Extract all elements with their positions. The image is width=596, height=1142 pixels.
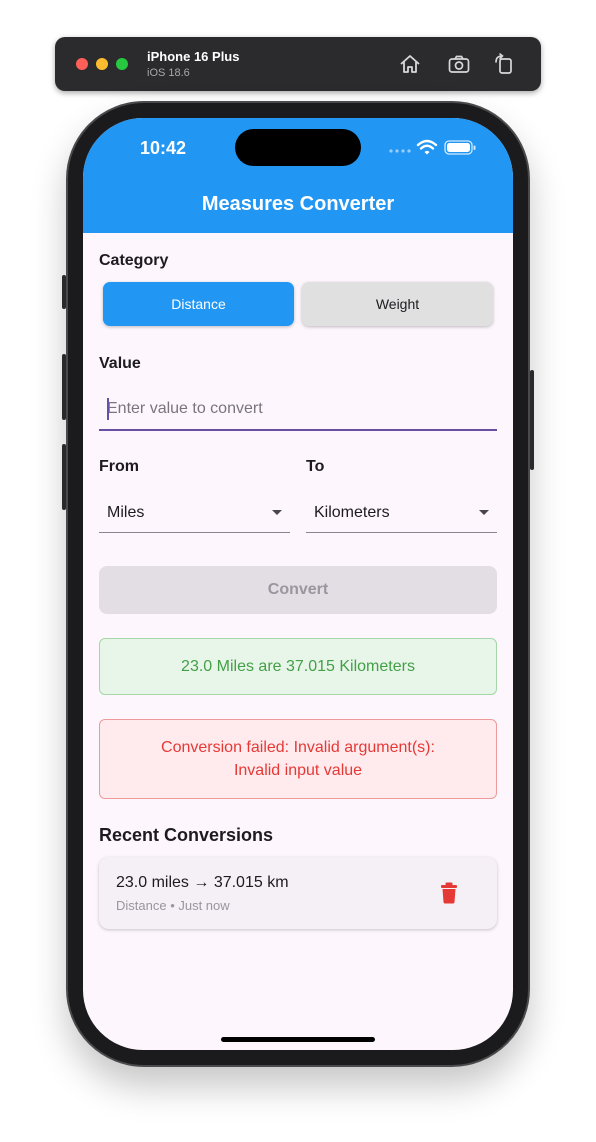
screenshot-icon[interactable]	[446, 51, 472, 77]
to-unit-value: Kilometers	[314, 503, 390, 521]
action-button	[62, 275, 66, 309]
from-unit-dropdown[interactable]: Miles	[99, 493, 290, 533]
wifi-icon	[416, 139, 438, 155]
to-label: To	[306, 458, 325, 475]
battery-icon	[444, 140, 476, 155]
category-weight-button[interactable]: Weight	[302, 282, 493, 326]
recent-conversions-title: Recent Conversions	[99, 825, 274, 845]
convert-button[interactable]: Convert	[99, 566, 497, 614]
simulator-toolbar: iPhone 16 Plus iOS 18.6	[55, 37, 541, 91]
error-text-line-1: Conversion failed: Invalid argument(s):	[161, 739, 435, 756]
history-item[interactable]: 23.0 miles → 37.015 km Distance • Just n…	[99, 857, 497, 929]
rotate-icon[interactable]	[491, 51, 517, 77]
history-item-meta: Distance • Just now	[116, 898, 230, 913]
result-text: 23.0 Miles are 37.015 Kilometers	[181, 657, 415, 675]
close-window-button[interactable]	[76, 58, 88, 70]
phone-screen: 10:42 Measures Converter Category Distan…	[83, 118, 513, 1050]
text-caret	[107, 398, 109, 420]
os-version: iOS 18.6	[147, 67, 190, 79]
category-distance-button[interactable]: Distance	[103, 282, 294, 326]
power-button	[530, 370, 534, 470]
value-label: Value	[99, 355, 141, 372]
dropdown-arrow-icon	[272, 510, 282, 515]
delete-icon[interactable]	[439, 882, 459, 904]
minimize-window-button[interactable]	[96, 58, 108, 70]
volume-up-button	[62, 354, 66, 420]
conversion-result: 23.0 Miles are 37.015 Kilometers	[99, 638, 497, 695]
value-input-field[interactable]	[99, 388, 497, 431]
home-icon[interactable]	[397, 51, 423, 77]
error-text-line-2: Invalid input value	[233, 762, 363, 779]
status-time: 10:42	[140, 138, 187, 158]
status-icons	[388, 138, 478, 158]
zoom-window-button[interactable]	[116, 58, 128, 70]
home-indicator[interactable]	[221, 1037, 375, 1042]
from-label: From	[99, 458, 139, 475]
value-input[interactable]	[99, 388, 497, 429]
category-label: Category	[99, 252, 169, 269]
to-unit-dropdown[interactable]: Kilometers	[306, 493, 497, 533]
error-message: Conversion failed: Invalid argument(s): …	[99, 719, 497, 799]
history-item-conversion: 23.0 miles → 37.015 km	[116, 874, 289, 891]
volume-down-button	[62, 444, 66, 510]
from-unit-value: Miles	[107, 503, 145, 521]
device-name: iPhone 16 Plus	[147, 49, 240, 64]
dynamic-island	[235, 129, 361, 166]
app-title: Measures Converter	[201, 193, 395, 215]
cellular-signal-icon	[389, 149, 411, 153]
app-bar: 10:42 Measures Converter	[83, 118, 513, 233]
dropdown-arrow-icon	[479, 510, 489, 515]
